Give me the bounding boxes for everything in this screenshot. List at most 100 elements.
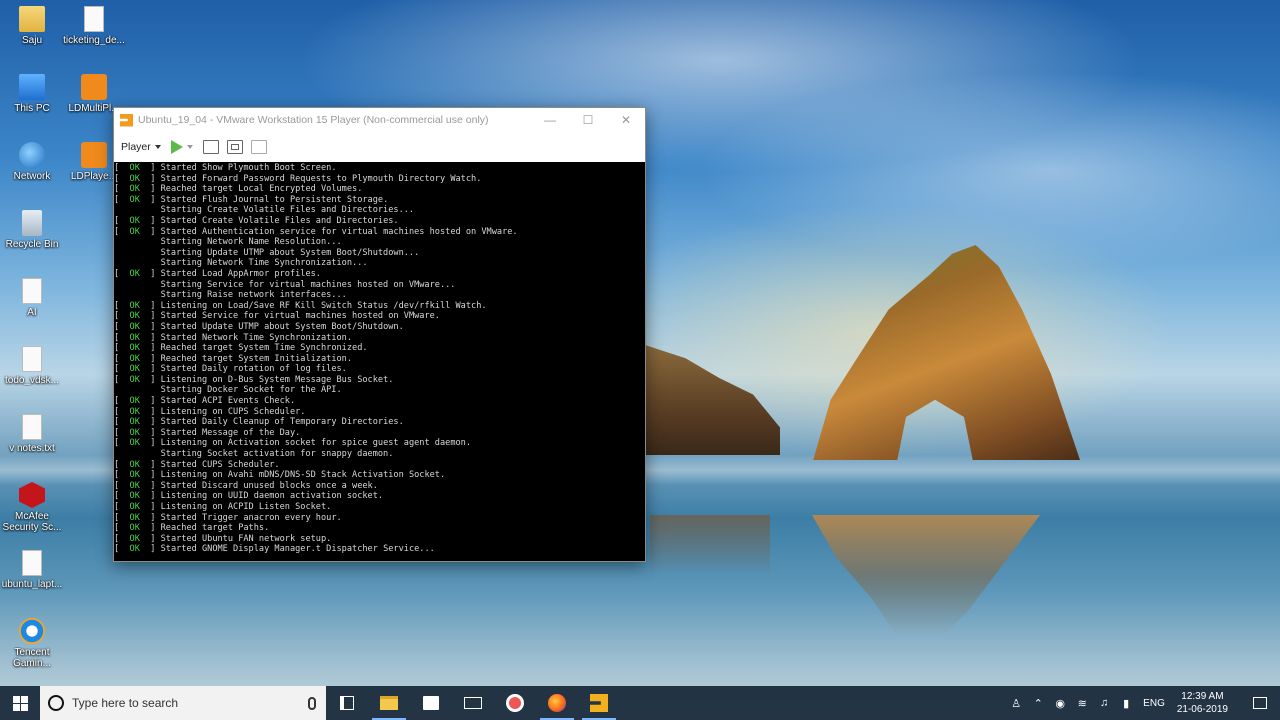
status-ok: [ OK ] [114,438,156,449]
wallpaper-reflection [812,515,1040,635]
console-line: [ OK ] Started Service for virtual machi… [114,311,645,322]
vmware-taskbar-button[interactable] [578,686,620,720]
desktop-icon-ubuntu-laptop[interactable]: ubuntu_lapt... [0,550,65,590]
console-line: [ OK ] Started Show Plymouth Boot Screen… [114,163,645,174]
console-text: Started CUPS Scheduler. [155,459,280,470]
text-file-icon [22,346,42,372]
status-ok: [ OK ] [114,502,156,512]
console-text: Started Daily rotation of log files. [155,364,347,375]
status-ok: [ OK ] [114,374,156,385]
status-ok: [ OK ] [114,544,156,555]
taskbar: Type here to search ♙ ⌃ ◉ ≋ ♫ ▮ ENG 12:3… [0,686,1280,720]
console-line: [ OK ] Started Flush Journal to Persiste… [114,195,645,206]
console-line: [ OK ] Started ACPI Events Check. [114,396,645,407]
desktop-icon-ticketing[interactable]: ticketing_de... [61,6,127,46]
status-ok: [ OK ] [114,396,156,407]
console-text: Starting Service for virtual machines ho… [114,279,456,290]
volume-icon[interactable]: ♫ [1093,686,1115,720]
console-text: Starting Create Volatile Files and Direc… [114,205,415,216]
close-button[interactable]: ✕ [607,108,645,132]
vm-console[interactable]: [ OK ] Started Show Plymouth Boot Screen… [114,162,645,561]
chevron-down-icon [154,145,161,149]
search-placeholder: Type here to search [72,696,179,710]
player-menu[interactable]: Player [121,141,161,153]
screen-recorder-button[interactable] [494,686,536,720]
vmware-toolbar: Player [114,132,645,162]
status-ok: [ OK ] [114,470,156,481]
window-titlebar[interactable]: Ubuntu_19_04 - VMware Workstation 15 Pla… [114,108,645,132]
status-ok: [ OK ] [114,459,156,470]
console-text: Started Authentication service for virtu… [155,226,518,237]
desktop-icon-this-pc[interactable]: This PC [0,74,65,114]
console-text: Reached target Local Encrypted Volumes. [155,184,363,195]
console-line: [ OK ] Started Ubuntu FAN network setup. [114,534,645,545]
recorder-tray-icon[interactable]: ◉ [1049,686,1071,720]
console-line: Starting Socket activation for snappy da… [114,449,645,460]
mcafee-icon [19,482,45,508]
console-text: Listening on UUID daemon activation sock… [155,491,384,502]
taskbar-search[interactable]: Type here to search [40,686,326,720]
full-screen-icon[interactable] [226,140,243,154]
wifi-icon[interactable]: ≋ [1071,686,1093,720]
console-text: Listening on CUPS Scheduler. [155,406,306,417]
send-ctrl-alt-del-icon[interactable] [202,140,219,154]
action-center-button[interactable] [1240,686,1280,720]
status-ok: [ OK ] [114,523,156,534]
console-line: [ OK ] Reached target System Initializat… [114,354,645,365]
console-text: Listening on Activation socket for spice… [155,438,472,449]
desktop-icon-ai[interactable]: AI [0,278,65,318]
task-view-button[interactable] [326,686,368,720]
play-icon[interactable] [170,140,183,154]
file-explorer-button[interactable] [368,686,410,720]
people-icon[interactable]: ♙ [1005,686,1027,720]
window-title: Ubuntu_19_04 - VMware Workstation 15 Pla… [138,114,489,126]
battery-icon[interactable]: ▮ [1115,686,1137,720]
desktop-icon-mcafee[interactable]: McAfee Security Sc... [0,482,65,533]
console-text: Starting Socket activation for snappy da… [114,449,394,460]
firefox-icon [548,694,566,712]
unity-icon[interactable] [250,140,267,154]
console-line: [ OK ] Started Create Volatile Files and… [114,216,645,227]
vmware-window: Ubuntu_19_04 - VMware Workstation 15 Pla… [113,107,646,562]
task-view-icon [340,696,354,710]
console-text: Started ACPI Events Check. [155,396,296,407]
console-text: Started Forward Password Requests to Ply… [155,173,482,184]
store-button[interactable] [410,686,452,720]
console-line: Starting Update UTMP about System Boot/S… [114,248,645,259]
desktop-icon-network[interactable]: Network [0,142,65,182]
console-text: Listening on ACPID Listen Socket. [155,502,332,512]
wallpaper-rock-arch [813,245,1080,460]
desktop-icon-v-notes[interactable]: v notes.txt [0,414,65,454]
desktop-icon-tencent[interactable]: Tencent Gamin... [0,618,65,669]
console-line: Starting Create Volatile Files and Direc… [114,205,645,216]
desktop-icon-saju[interactable]: Saju [0,6,65,46]
mail-button[interactable] [452,686,494,720]
console-line: [ OK ] Started Forward Password Requests… [114,174,645,185]
console-line: [ OK ] Started Load AppArmor profiles. [114,269,645,280]
ldplayer-icon [81,142,107,168]
power-options-chevron-icon[interactable] [186,145,193,149]
console-text: Starting Raise network interfaces... [114,290,347,301]
desktop-icon-todo[interactable]: todo_vdsk... [0,346,65,386]
firefox-button[interactable] [536,686,578,720]
document-icon [84,6,104,32]
windows-logo-icon [12,695,28,711]
clock[interactable]: 12:39 AM 21-06-2019 [1177,690,1228,716]
notification-icon [1253,697,1267,709]
minimize-button[interactable]: — [531,108,569,132]
screen-recorder-icon [506,694,524,712]
maximize-button[interactable]: ☐ [569,108,607,132]
console-line: Starting Raise network interfaces... [114,290,645,301]
console-line: [ OK ] Started Trigger anacron every hou… [114,513,645,524]
console-text: Starting Update UTMP about System Boot/S… [114,247,420,258]
start-button[interactable] [0,686,40,720]
console-text: Started Trigger anacron every hour. [155,512,342,523]
chevron-up-icon[interactable]: ⌃ [1027,686,1049,720]
status-ok: [ OK ] [114,300,156,311]
status-ok: [ OK ] [114,343,156,354]
console-line: Starting Network Name Resolution... [114,237,645,248]
desktop-icon-recycle-bin[interactable]: Recycle Bin [0,210,65,250]
language-indicator[interactable]: ENG [1143,698,1165,709]
status-ok: [ OK ] [114,268,156,279]
microphone-icon[interactable] [308,696,316,710]
